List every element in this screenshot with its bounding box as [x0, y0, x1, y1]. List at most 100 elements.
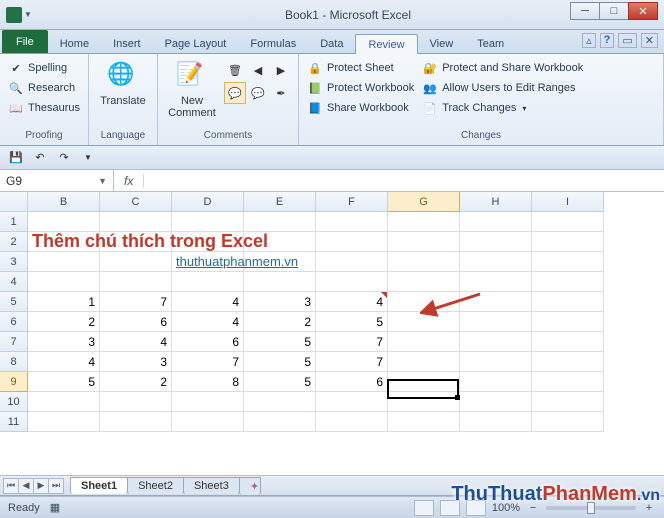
- row-header[interactable]: 3: [0, 252, 28, 272]
- cell[interactable]: [316, 252, 388, 272]
- cell[interactable]: 3: [28, 332, 100, 352]
- cell[interactable]: [532, 292, 604, 312]
- cell[interactable]: [388, 412, 460, 432]
- column-header[interactable]: G: [388, 192, 460, 212]
- cell[interactable]: 7: [316, 352, 388, 372]
- share-workbook-button[interactable]: 📘Share Workbook: [305, 99, 416, 117]
- help-icon[interactable]: ?: [600, 33, 615, 48]
- track-changes-button[interactable]: 📄Track Changes▾: [420, 99, 585, 117]
- cell[interactable]: [460, 252, 532, 272]
- cell[interactable]: 5: [244, 332, 316, 352]
- cell[interactable]: [460, 392, 532, 412]
- cell[interactable]: [28, 272, 100, 292]
- cell[interactable]: 3: [100, 352, 172, 372]
- cell[interactable]: [244, 272, 316, 292]
- cell[interactable]: [532, 352, 604, 372]
- show-hide-comment-button[interactable]: 💬: [224, 82, 246, 104]
- cell[interactable]: [532, 252, 604, 272]
- cell[interactable]: [100, 272, 172, 292]
- cell[interactable]: [316, 412, 388, 432]
- row-header[interactable]: 8: [0, 352, 28, 372]
- sheet-tab-3[interactable]: Sheet3: [183, 477, 240, 494]
- cell[interactable]: 2: [100, 372, 172, 392]
- cell[interactable]: [388, 272, 460, 292]
- tab-insert[interactable]: Insert: [101, 34, 153, 53]
- column-header[interactable]: F: [316, 192, 388, 212]
- cell[interactable]: [172, 412, 244, 432]
- column-header[interactable]: H: [460, 192, 532, 212]
- cell[interactable]: [100, 252, 172, 272]
- close-workbook-icon[interactable]: ✕: [641, 33, 658, 48]
- column-header[interactable]: E: [244, 192, 316, 212]
- cell[interactable]: [388, 352, 460, 372]
- cell[interactable]: [172, 272, 244, 292]
- cell[interactable]: [388, 232, 460, 252]
- cell[interactable]: [388, 212, 460, 232]
- row-header[interactable]: 4: [0, 272, 28, 292]
- column-header[interactable]: I: [532, 192, 604, 212]
- cell[interactable]: [388, 312, 460, 332]
- cell[interactable]: 2: [244, 312, 316, 332]
- row-header[interactable]: 5: [0, 292, 28, 312]
- column-header[interactable]: B: [28, 192, 100, 212]
- cell[interactable]: [244, 412, 316, 432]
- row-header[interactable]: 2: [0, 232, 28, 252]
- cell[interactable]: [172, 212, 244, 232]
- next-comment-button[interactable]: ▶: [270, 59, 292, 81]
- cell[interactable]: [100, 392, 172, 412]
- cell[interactable]: [460, 292, 532, 312]
- cell[interactable]: [460, 352, 532, 372]
- cell[interactable]: [100, 412, 172, 432]
- cell[interactable]: 4: [172, 292, 244, 312]
- row-header[interactable]: 10: [0, 392, 28, 412]
- show-all-comments-button[interactable]: 💬: [247, 82, 269, 104]
- link-cell[interactable]: thuthuatphanmem.vn: [172, 252, 244, 272]
- cell[interactable]: 3: [244, 292, 316, 312]
- cell[interactable]: [316, 232, 388, 252]
- cell[interactable]: 6: [172, 332, 244, 352]
- undo-button[interactable]: ↶: [30, 148, 50, 168]
- cell[interactable]: [28, 212, 100, 232]
- sheet-tab-2[interactable]: Sheet2: [127, 477, 184, 494]
- cell[interactable]: 7: [100, 292, 172, 312]
- cell[interactable]: [388, 252, 460, 272]
- cell[interactable]: [460, 312, 532, 332]
- corner-dropdown-icon[interactable]: ▼: [24, 10, 32, 19]
- cell[interactable]: [532, 412, 604, 432]
- row-header[interactable]: 9: [0, 372, 28, 392]
- delete-comment-button[interactable]: 🗑: [224, 59, 246, 81]
- chevron-down-icon[interactable]: ▼: [98, 176, 107, 186]
- tab-view[interactable]: View: [418, 34, 466, 53]
- cell[interactable]: 5: [244, 372, 316, 392]
- restore-window-icon[interactable]: ▭: [618, 33, 636, 48]
- spelling-button[interactable]: ✔Spelling: [6, 59, 82, 77]
- row-header[interactable]: 1: [0, 212, 28, 232]
- fx-icon[interactable]: fx: [114, 174, 144, 188]
- cell[interactable]: [28, 392, 100, 412]
- cell[interactable]: [532, 272, 604, 292]
- heading-cell[interactable]: Thêm chú thích trong Excel: [28, 232, 100, 252]
- cell[interactable]: [532, 312, 604, 332]
- save-button[interactable]: 💾: [6, 148, 26, 168]
- cell[interactable]: [172, 392, 244, 412]
- cell[interactable]: [532, 232, 604, 252]
- tab-team[interactable]: Team: [465, 34, 516, 53]
- cell[interactable]: [28, 412, 100, 432]
- cell[interactable]: 4: [316, 292, 388, 312]
- tab-review[interactable]: Review: [355, 34, 417, 54]
- cell[interactable]: [388, 292, 460, 312]
- cell[interactable]: [532, 332, 604, 352]
- protect-workbook-button[interactable]: 📗Protect Workbook: [305, 79, 416, 97]
- prev-comment-button[interactable]: ◀: [247, 59, 269, 81]
- cell[interactable]: 7: [316, 332, 388, 352]
- next-sheet-button[interactable]: ▶: [33, 478, 49, 494]
- cell[interactable]: 5: [244, 352, 316, 372]
- cell[interactable]: [28, 252, 100, 272]
- cell[interactable]: 8: [172, 372, 244, 392]
- row-header[interactable]: 7: [0, 332, 28, 352]
- cell[interactable]: [388, 392, 460, 412]
- minimize-ribbon-icon[interactable]: ▵: [582, 33, 596, 48]
- close-button[interactable]: ✕: [628, 2, 658, 20]
- row-header[interactable]: 6: [0, 312, 28, 332]
- cell[interactable]: 6: [316, 372, 388, 392]
